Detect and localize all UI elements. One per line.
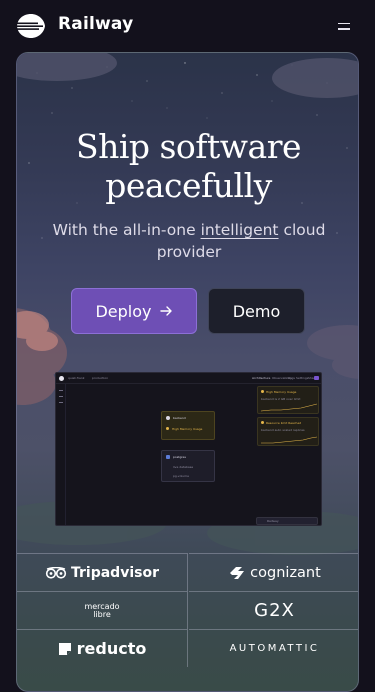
preview-topbar: quiet-frank production Architecture Obse… <box>56 373 321 384</box>
hero-title-line-1: Ship software <box>75 127 302 166</box>
preview-alert-resource-title: Resource limit Reached <box>266 421 302 425</box>
deploy-button-label: Deploy <box>95 301 152 321</box>
product-preview-screenshot: quiet-frank production Architecture Obse… <box>55 372 322 526</box>
partner-mercado-libre: mercado libre <box>17 591 188 629</box>
preview-service-postgres-line2: pg-volume <box>173 474 189 478</box>
preview-share-badge <box>314 376 319 380</box>
preview-sidebar <box>56 384 66 525</box>
preview-service-card-backend: backend High Memory Usage <box>161 411 215 440</box>
arrow-right-icon <box>159 306 172 316</box>
preview-service-backend-title: backend <box>173 416 186 420</box>
partner-reducto-name: reducto <box>76 639 147 658</box>
demo-button[interactable]: Demo <box>208 288 305 334</box>
preview-bottom-button: Railway <box>256 517 318 525</box>
reducto-icon <box>58 642 71 655</box>
top-navigation-bar: Railway <box>0 0 375 52</box>
preview-service-postgres-title: postgres <box>173 455 186 459</box>
hero-title: Ship software peacefully <box>17 127 358 205</box>
partner-tripadvisor-name: Tripadvisor <box>71 564 159 581</box>
hero-subtitle: With the all-in-one intelligent cloud pr… <box>39 219 339 263</box>
preview-service-postgres-line1: live database <box>173 465 194 469</box>
partner-g2x: G2X <box>189 591 358 629</box>
preview-alert-memory-title: High Memory Usage <box>266 390 297 394</box>
partner-logos-grid: Tripadvisor cognizant mercado libre G2X … <box>17 553 358 691</box>
brand-name[interactable]: Railway <box>58 14 133 34</box>
demo-button-label: Demo <box>232 301 281 321</box>
hero-section: Ship software peacefully With the all-in… <box>16 52 359 692</box>
preview-alert-memory-sparkline <box>261 403 317 412</box>
preview-tab-settings: Settings <box>296 376 309 380</box>
partner-tripadvisor: Tripadvisor <box>17 553 188 591</box>
intelligent-link[interactable]: intelligent <box>201 221 279 239</box>
preview-alert-resource: Resource limit Reached backend auto scal… <box>257 417 319 446</box>
partner-automattic-name: AUTOMATTIC <box>229 643 320 654</box>
preview-alert-memory-body: backend is 2 GB over limit <box>261 397 301 401</box>
partner-automattic: AUTOMATTIC <box>189 629 358 667</box>
preview-alert-resource-body: backend auto scaled replicas <box>261 428 305 432</box>
hamburger-menu-icon[interactable] <box>334 18 354 34</box>
partner-cognizant: cognizant <box>189 553 358 591</box>
preview-alert-memory: High Memory Usage backend is 2 GB over l… <box>257 386 319 414</box>
deploy-button[interactable]: Deploy <box>71 288 197 334</box>
preview-project-name: quiet-frank <box>68 376 85 380</box>
partner-reducto: reducto <box>17 629 188 667</box>
tripadvisor-owl-icon <box>45 566 67 579</box>
preview-tab-architecture: Architecture <box>252 376 271 380</box>
preview-service-backend-status: High Memory Usage <box>172 427 203 431</box>
preview-alert-resource-sparkline <box>261 436 317 444</box>
railway-logo-icon[interactable] <box>16 13 46 39</box>
hero-title-line-2: peacefully <box>105 166 272 205</box>
preview-tab-logs: Logs <box>288 376 295 380</box>
cognizant-icon <box>230 566 245 579</box>
partner-cognizant-name: cognizant <box>250 564 321 581</box>
preview-bottom-button-label: Railway <box>267 519 279 523</box>
partner-g2x-name: G2X <box>254 600 295 621</box>
preview-environment: production <box>92 376 109 380</box>
subtitle-prefix: With the all-in-one <box>52 221 201 239</box>
preview-logo-icon <box>59 376 64 381</box>
preview-service-card-postgres: postgres live database pg-volume <box>161 450 215 482</box>
partner-mercado-line2: libre <box>93 609 111 619</box>
